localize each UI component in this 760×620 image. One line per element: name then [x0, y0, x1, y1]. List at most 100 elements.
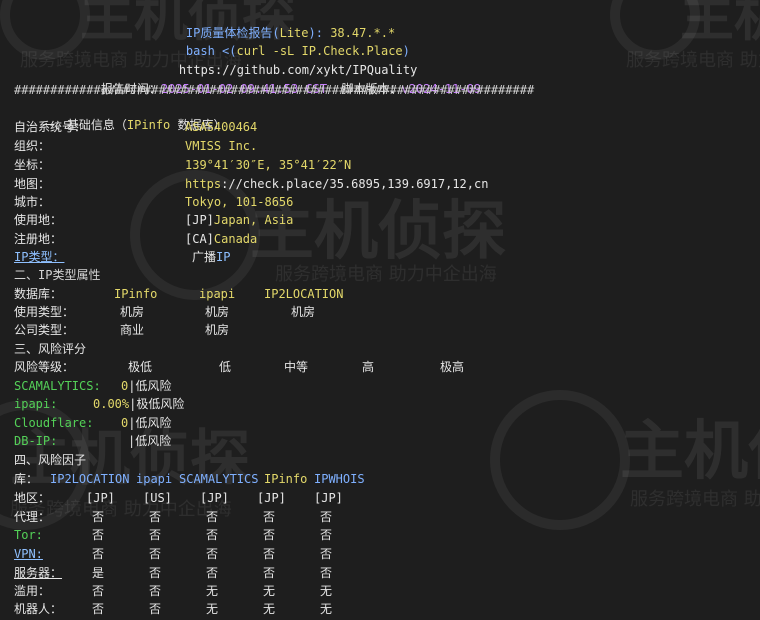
factor-row-server-2: 否: [206, 566, 219, 580]
basic-value-asn: ASAS400464: [185, 120, 258, 134]
types-use-label: 使用类型：: [14, 305, 75, 319]
types-company-label: 公司类型：: [14, 323, 75, 337]
risk-level-2: 中等: [284, 360, 309, 374]
factors-lib-2: SCAMALYTICS: [179, 472, 259, 486]
factor-row-tor-4: 否: [320, 528, 333, 542]
factor-row-tor-2: 否: [206, 528, 219, 542]
report-meta-line: 报告时间：2025-01-02 09:41:53 CST 脚本版本：v2024-…: [100, 82, 482, 96]
report-title-line: IP质量体检报告(Lite): 38.47.*.*: [185, 26, 396, 40]
factor-row-server-4: 否: [320, 566, 333, 580]
factor-row-bot-0: 否: [92, 602, 105, 616]
factor-row-tor-label: Tor:: [14, 528, 43, 542]
factor-row-server-label: 服务器：: [14, 566, 63, 580]
basic-value-usage: [JP]Japan, Asia: [185, 213, 294, 227]
risk-level-4: 极高: [440, 360, 465, 374]
factor-row-vpn-1: 否: [149, 547, 162, 561]
basic-row-usage: 使用地：: [14, 213, 63, 227]
basic-value-city: Tokyo, 101-8656: [185, 195, 294, 209]
command-line: bash <(curl -sL IP.Check.Place): [185, 44, 410, 58]
factor-row-proxy-0: 否: [92, 510, 105, 524]
risk-level-label: 风险等级：: [14, 360, 75, 374]
basic-value-org: VMISS Inc.: [185, 139, 258, 153]
risk-score-dbip: |低风险: [128, 434, 172, 448]
factor-row-abuse-3: 无: [263, 584, 276, 598]
risk-level-3: 高: [362, 360, 375, 374]
risk-score-ipapi: 0.00%|极低风险: [93, 397, 185, 411]
separator-line: ########################################…: [14, 83, 535, 97]
factor-row-abuse-4: 无: [320, 584, 333, 598]
factors-lib-1: ipapi: [136, 472, 173, 486]
factor-row-proxy-2: 否: [206, 510, 219, 524]
basic-row-asn: 自治系统号：: [14, 120, 87, 134]
factors-region-label: 地区：: [14, 491, 51, 505]
risk-level-1: 低: [219, 360, 232, 374]
risk-row-scamalytics: SCAMALYTICS:: [14, 379, 101, 393]
factor-row-abuse-0: 否: [92, 584, 105, 598]
factors-lib-4: IPWHOIS: [314, 472, 365, 486]
types-db-ip2location: IP2LOCATION: [264, 287, 344, 301]
risk-row-cloudflare: Cloudflare:: [14, 416, 94, 430]
risk-score-scamalytics: 0|低风险: [121, 379, 172, 393]
section-factors-title: 四、风险因子: [14, 453, 87, 467]
factor-row-vpn-label: VPN:: [14, 547, 43, 561]
factor-row-tor-3: 否: [263, 528, 276, 542]
basic-value-map-link[interactable]: https://check.place/35.6895,139.6917,12,…: [185, 175, 488, 193]
factor-row-abuse-label: 滥用：: [14, 584, 51, 598]
section-types-title: 二、IP类型属性: [14, 268, 101, 282]
section-risk-title: 三、风险评分: [14, 342, 87, 356]
factors-region-1: [US]: [143, 491, 172, 505]
factor-row-vpn-2: 否: [206, 547, 219, 561]
basic-row-coords: 坐标：: [14, 158, 51, 172]
basic-row-map: 地图：: [14, 177, 51, 191]
basic-row-registered: 注册地：: [14, 232, 63, 246]
types-company-0: 商业: [120, 323, 145, 337]
factor-row-server-0: 是: [92, 566, 105, 580]
factors-lib-3: IPinfo: [264, 472, 308, 486]
factors-lib-0: IP2LOCATION: [50, 472, 130, 486]
factor-row-proxy-1: 否: [149, 510, 162, 524]
factor-row-vpn-0: 否: [92, 547, 105, 561]
risk-row-dbip: DB-IP:: [14, 434, 58, 448]
factor-row-bot-4: 无: [320, 602, 333, 616]
factor-row-proxy-label: 代理：: [14, 510, 51, 524]
watermark-right: 主机侦探 服务跨境电商 助力中企出海: [490, 380, 760, 530]
types-db-ipapi: ipapi: [199, 287, 236, 301]
factor-row-proxy-4: 否: [320, 510, 333, 524]
types-db-ipinfo: IPinfo: [114, 287, 158, 301]
factors-region-4: [JP]: [314, 491, 343, 505]
repo-link[interactable]: https://github.com/xykt/IPQuality: [150, 43, 417, 77]
factor-row-bot-label: 机器人：: [14, 602, 63, 616]
factor-row-vpn-4: 否: [320, 547, 333, 561]
basic-row-org: 组织：: [14, 139, 51, 153]
factor-row-bot-2: 无: [206, 602, 219, 616]
factor-row-bot-1: 否: [149, 602, 162, 616]
basic-value-coords: 139°41′30″E, 35°41′22″N: [185, 158, 352, 172]
factors-region-0: [JP]: [86, 491, 115, 505]
types-company-1: 机房: [205, 323, 230, 337]
risk-row-ipapi: ipapi:: [14, 397, 58, 411]
factor-row-tor-1: 否: [149, 528, 162, 542]
basic-row-city: 城市：: [14, 195, 51, 209]
types-use-1: 机房: [205, 305, 230, 319]
factor-row-abuse-2: 无: [206, 584, 219, 598]
watermark-top-right: 主机侦探 服务跨境电商 助力中企出海: [600, 0, 760, 71]
risk-level-0: 极低: [128, 360, 153, 374]
types-use-0: 机房: [120, 305, 145, 319]
factors-lib-label: 库：: [14, 472, 39, 486]
risk-score-cloudflare: 0|低风险: [121, 416, 172, 430]
factor-row-proxy-3: 否: [263, 510, 276, 524]
basic-value-iptype: 广播IP: [192, 250, 231, 264]
factor-row-server-3: 否: [263, 566, 276, 580]
factors-region-3: [JP]: [257, 491, 286, 505]
factor-row-tor-0: 否: [92, 528, 105, 542]
factor-row-bot-3: 无: [263, 602, 276, 616]
section-basic-title: 一、基础信息（IPinfo 数据库）: [42, 118, 226, 132]
terminal-output: 主机侦探 服务跨境电商 助力中企出海 主机侦探 服务跨境电商 助力中企出海 主机…: [0, 0, 760, 620]
factor-row-server-1: 否: [149, 566, 162, 580]
types-use-2: 机房: [291, 305, 316, 319]
types-db-label: 数据库：: [14, 287, 63, 301]
factor-row-vpn-3: 否: [263, 547, 276, 561]
factor-row-abuse-1: 否: [149, 584, 162, 598]
factors-region-2: [JP]: [200, 491, 229, 505]
basic-value-registered: [CA]Canada: [185, 232, 258, 246]
